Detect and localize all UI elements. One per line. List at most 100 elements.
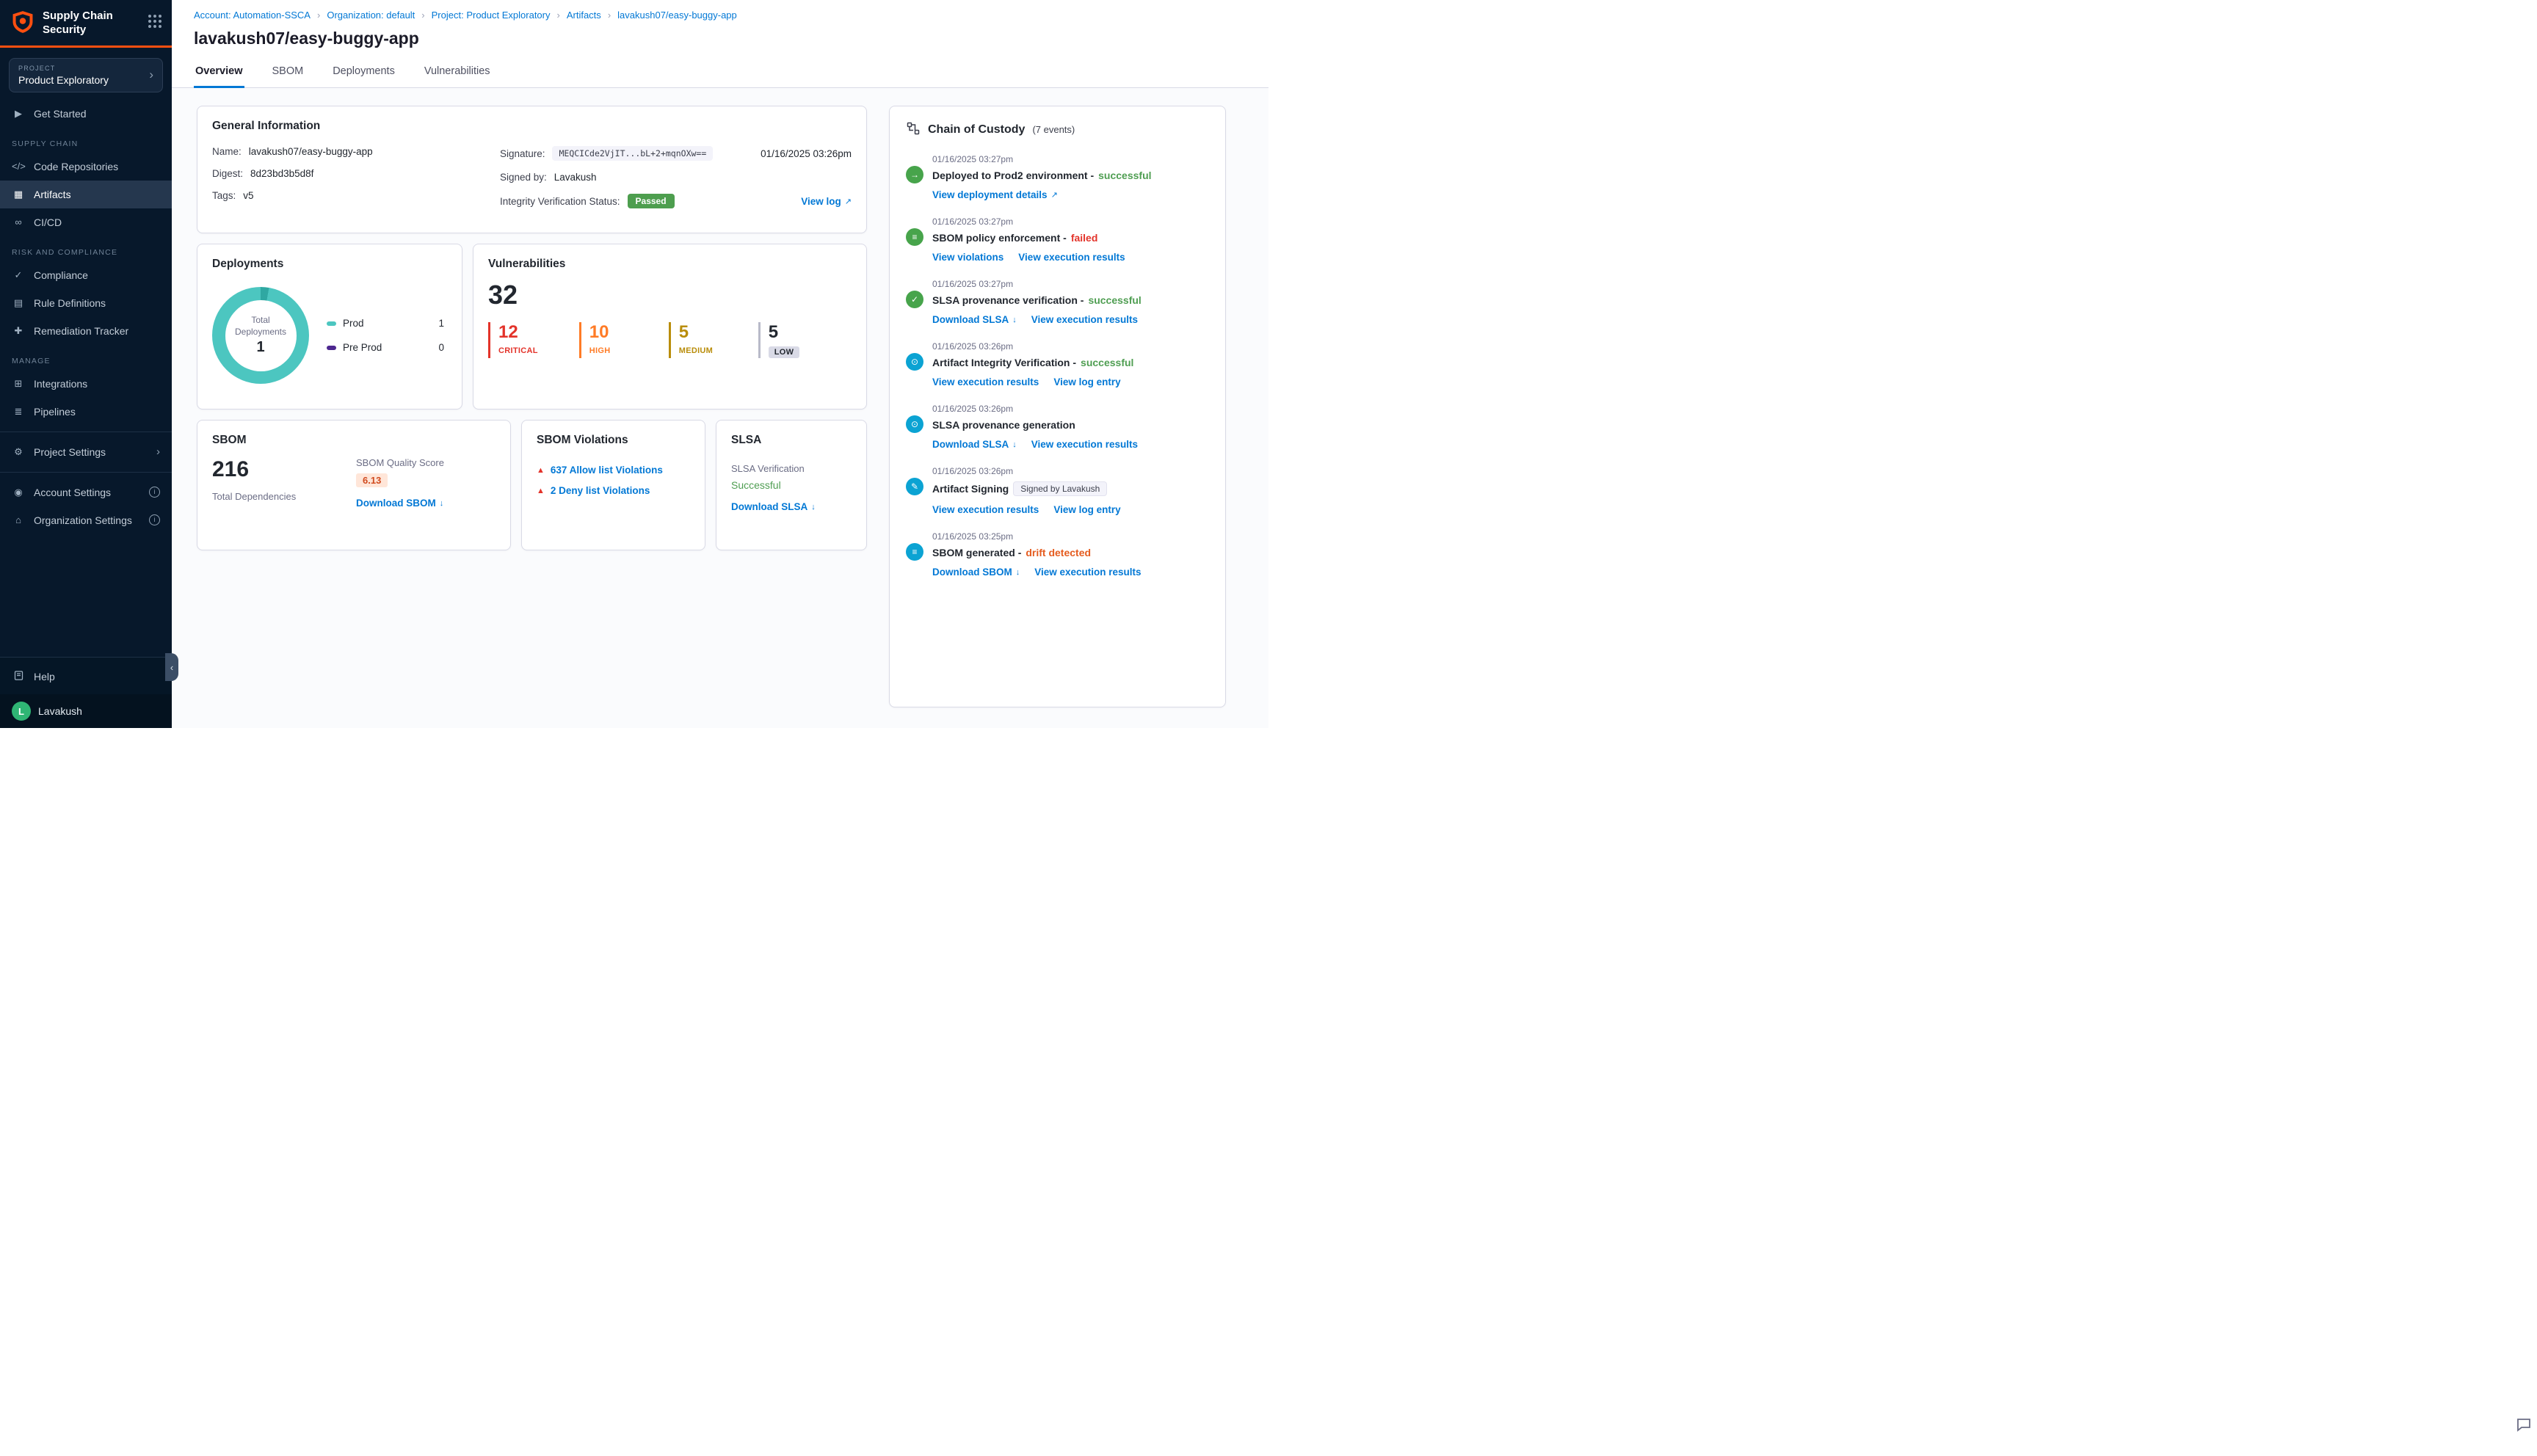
custody-event-sbom-policy: ≡ 01/16/2025 03:27pm SBOM policy enforce… (906, 216, 1209, 263)
sidebar-item-label: CI/CD (34, 216, 62, 228)
signed-by-label: Signed by: (499, 172, 547, 183)
sbom-quality-score: 6.13 (356, 473, 388, 487)
sidebar-item-get-started[interactable]: ▶ Get Started (0, 100, 172, 128)
view-deployment-details-link[interactable]: View deployment details ↗ (932, 189, 1058, 200)
sidebar: Supply Chain Security PROJECT Product Ex… (0, 0, 178, 728)
breadcrumb-organization[interactable]: Organization: default (327, 10, 415, 21)
pipelines-icon: ≣ (14, 405, 23, 417)
user-menu[interactable]: L Lavakush (0, 694, 172, 728)
view-execution-results-link[interactable]: View execution results (1034, 567, 1141, 578)
integrity-status-label: Integrity Verification Status: (499, 195, 620, 207)
tab-sbom[interactable]: SBOM (271, 58, 305, 88)
sidebar-item-artifacts[interactable]: ▦ Artifacts (0, 180, 172, 208)
sidebar-item-integrations[interactable]: ⊞ Integrations (0, 370, 172, 398)
sidebar-divider (0, 471, 172, 473)
tab-vulnerabilities[interactable]: Vulnerabilities (423, 58, 492, 88)
slsa-card: SLSA SLSA Verification Successful Downlo… (716, 420, 867, 550)
link-label: Download SBOM (932, 567, 1012, 578)
get-started-icon: ▶ (15, 107, 22, 119)
allow-list-violations-row: ▲ 637 Allow list Violations (537, 465, 690, 476)
breadcrumb-current[interactable]: lavakush07/easy-buggy-app (617, 10, 737, 21)
tags-value: v5 (243, 190, 254, 201)
download-sbom-link[interactable]: Download SBOM ↓ (356, 498, 443, 509)
view-log-entry-link[interactable]: View log entry (1053, 504, 1120, 515)
sidebar-item-compliance[interactable]: ✓ Compliance (0, 261, 172, 289)
main-area: Account: Automation-SSCA › Organization:… (172, 0, 1268, 728)
help-button[interactable]: Help (0, 663, 172, 690)
view-log-link[interactable]: View log ↗ (801, 196, 852, 207)
event-title: SLSA provenance verification - (932, 294, 1084, 306)
view-execution-results-link[interactable]: View execution results (932, 504, 1039, 515)
chevron-right-icon: › (556, 10, 560, 21)
integrity-verify-step-icon: ⊙ (906, 353, 923, 371)
breadcrumb-project[interactable]: Project: Product Exploratory (432, 10, 551, 21)
high-label: HIGH (589, 346, 611, 355)
download-slsa-link[interactable]: Download SLSA ↓ (731, 501, 816, 512)
view-execution-results-link[interactable]: View execution results (1031, 439, 1138, 450)
allow-list-violations-link[interactable]: 637 Allow list Violations (551, 465, 663, 476)
project-selector[interactable]: PROJECT Product Exploratory › (9, 57, 163, 92)
sidebar-header: Supply Chain Security (0, 0, 172, 48)
download-slsa-link[interactable]: Download SLSA ↓ (932, 439, 1017, 450)
sidebar-item-organization-settings[interactable]: ⌂ Organization Settings i (0, 506, 172, 534)
sidebar-item-rule-definitions[interactable]: ▤ Rule Definitions (0, 289, 172, 317)
custody-event-integrity-verification: ⊙ 01/16/2025 03:26pm Artifact Integrity … (906, 341, 1209, 387)
sbom-violations-card: SBOM Violations ▲ 637 Allow list Violati… (521, 420, 705, 550)
view-violations-link[interactable]: View violations (932, 252, 1003, 263)
donut-center-value: 1 (256, 339, 265, 356)
event-title: Artifact Signing (932, 483, 1009, 495)
tags-label: Tags: (212, 190, 236, 201)
help-icon (12, 670, 25, 683)
view-log-entry-link[interactable]: View log entry (1053, 376, 1120, 387)
breadcrumb-artifacts[interactable]: Artifacts (567, 10, 601, 21)
donut-center-label: Total Deployments (234, 314, 287, 337)
view-log-label: View log (801, 195, 841, 207)
legend-value: 1 (438, 318, 444, 329)
event-title: SLSA provenance generation (932, 419, 1075, 431)
app-title: Supply Chain Security (43, 10, 113, 36)
app-switcher-icon[interactable] (148, 10, 161, 28)
code-icon: </> (12, 161, 26, 172)
breadcrumb-account[interactable]: Account: Automation-SSCA (194, 10, 311, 21)
user-name: Lavakush (38, 705, 82, 717)
custody-event-artifact-signing: ✎ 01/16/2025 03:26pm Artifact Signing Si… (906, 466, 1209, 515)
download-sbom-link[interactable]: Download SBOM ↓ (932, 567, 1020, 578)
vulnerabilities-card: Vulnerabilities 32 12 CRITICAL 10 HIGH 5… (473, 244, 867, 410)
sidebar-item-pipelines[interactable]: ≣ Pipelines (0, 398, 172, 426)
critical-label: CRITICAL (498, 346, 538, 355)
sidebar-item-label: Project Settings (34, 445, 106, 458)
feedback-icon[interactable] (2515, 1416, 2533, 1435)
chain-of-custody-card: Chain of Custody (7 events) → 01/16/2025… (889, 106, 1226, 707)
deny-list-violations-link[interactable]: 2 Deny list Violations (551, 485, 650, 496)
view-execution-results-link[interactable]: View execution results (1031, 314, 1138, 325)
legend-label: Prod (343, 318, 364, 329)
signature-label: Signature: (499, 148, 545, 159)
compliance-icon: ✓ (14, 269, 23, 280)
external-link-icon: ↗ (1050, 191, 1058, 200)
event-timestamp: 01/16/2025 03:26pm (932, 466, 1014, 476)
legend-item-prod: Prod 1 (327, 318, 444, 329)
gear-icon: ⚙ (14, 445, 23, 457)
view-execution-results-link[interactable]: View execution results (932, 376, 1039, 387)
severity-breakdown: 12 CRITICAL 10 HIGH 5 MEDIUM 5 LOW (488, 322, 852, 358)
tab-overview[interactable]: Overview (194, 58, 244, 88)
sidebar-item-project-settings[interactable]: ⚙ Project Settings › (0, 438, 172, 466)
download-icon: ↓ (1015, 567, 1020, 577)
sidebar-item-label: Code Repositories (34, 160, 119, 172)
rule-definitions-icon: ▤ (13, 296, 23, 308)
tab-bar: Overview SBOM Deployments Vulnerabilitie… (194, 58, 1246, 88)
sidebar-item-code-repositories[interactable]: </> Code Repositories (0, 153, 172, 181)
sidebar-item-remediation-tracker[interactable]: ✚ Remediation Tracker (0, 317, 172, 345)
sidebar-item-cicd[interactable]: ∞ CI/CD (0, 208, 172, 236)
view-execution-results-link[interactable]: View execution results (1018, 252, 1125, 263)
sidebar-item-account-settings[interactable]: ◉ Account Settings i (0, 478, 172, 506)
sidebar-item-label: Compliance (34, 269, 88, 281)
info-icon: i (149, 514, 160, 525)
prod-legend-dot (327, 321, 336, 326)
download-icon: ↓ (1012, 440, 1017, 449)
custody-event-sbom-generated: ≡ 01/16/2025 03:25pm SBOM generated - dr… (906, 531, 1209, 578)
sidebar-collapse-handle[interactable]: ‹ (165, 653, 178, 681)
tab-deployments[interactable]: Deployments (331, 58, 396, 88)
download-slsa-link[interactable]: Download SLSA ↓ (932, 314, 1017, 325)
event-status: successful (1098, 170, 1152, 181)
